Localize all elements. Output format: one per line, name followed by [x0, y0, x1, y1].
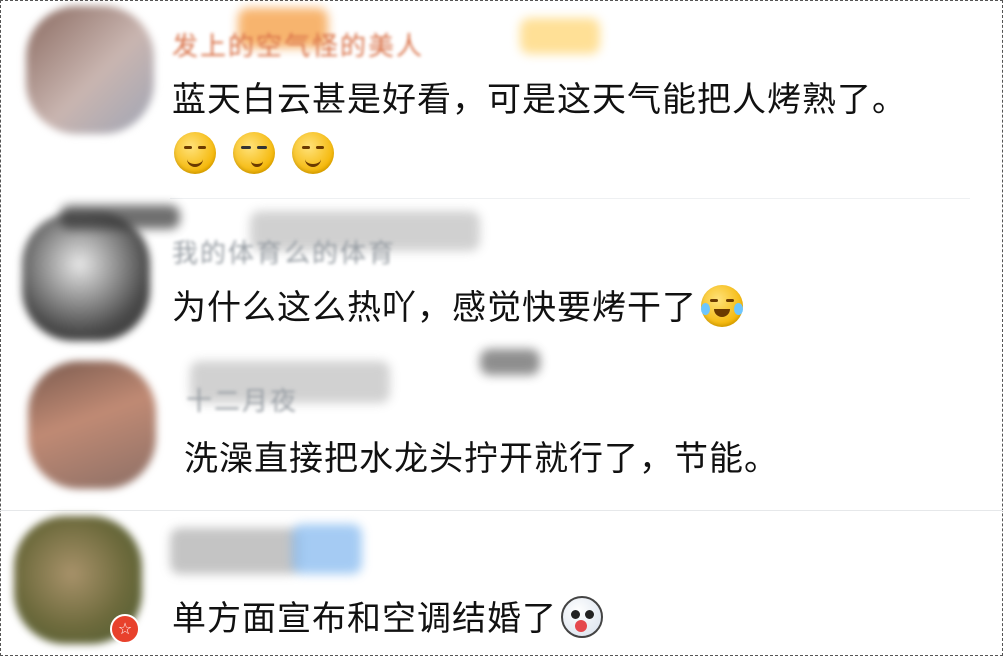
divider: [170, 198, 970, 199]
comment-text: 为什么这么热吖，感觉快要烤干了: [172, 285, 743, 330]
comment-text: 单方面宣布和空调结婚了: [172, 596, 603, 641]
sunglasses-smirk-icon: [233, 132, 276, 174]
avatar[interactable]: [22, 213, 150, 341]
username[interactable]: 十二月夜: [186, 385, 298, 419]
comment-item: 我的体育么的体育 为什么这么热吖，感觉快要烤干了: [0, 205, 1003, 345]
shush-face-icon: [174, 132, 216, 174]
avatar[interactable]: [28, 361, 156, 489]
shush-face-icon: [292, 132, 335, 174]
avatar[interactable]: [14, 516, 142, 644]
laugh-cry-icon: [701, 285, 743, 327]
comment-text-content: 单方面宣布和空调结婚了: [172, 599, 557, 639]
comment-text: 蓝天白云甚是好看，可是这天气能把人烤熟了。: [172, 80, 907, 120]
comment-item: ☆ 单方面宣布和空调结婚了: [0, 510, 1003, 656]
comment-item: 十二月夜 洗澡直接把水龙头拧开就行了，节能。: [0, 345, 1003, 511]
comment-text-content: 为什么这么热吖，感觉快要烤干了: [172, 288, 697, 328]
username[interactable]: 发上的空气怪的美人: [172, 30, 424, 64]
comment-item: 发上的空气怪的美人 蓝天白云甚是好看，可是这天气能把人烤熟了。: [0, 0, 1003, 205]
username[interactable]: 我的体育么的体育: [172, 237, 396, 271]
emoji-row: [170, 132, 335, 174]
comment-text: 洗澡直接把水龙头拧开就行了，节能。: [184, 439, 779, 479]
avatar[interactable]: [26, 6, 154, 134]
verified-badge: ☆: [110, 614, 140, 644]
tongue-out-face-icon: [561, 596, 603, 638]
